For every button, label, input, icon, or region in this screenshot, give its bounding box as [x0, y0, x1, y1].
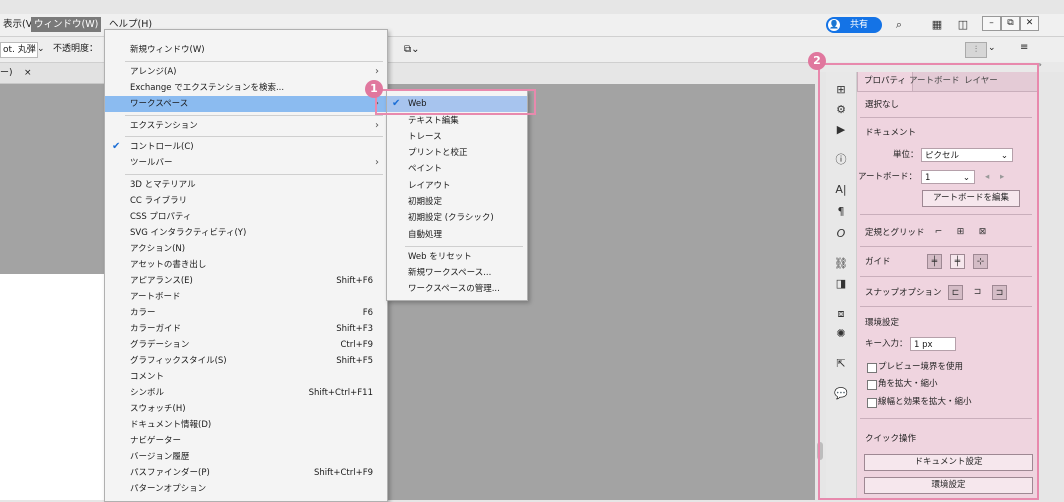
user-icon: 👤 [828, 19, 840, 31]
chevron-down-icon[interactable]: ⌄ [988, 43, 996, 53]
menu-item-toolbar[interactable]: ツールバー › [105, 155, 387, 171]
menu-item-version-history[interactable]: バージョン履歴 [105, 449, 387, 465]
menu-item-document-info[interactable]: ドキュメント情報(D) [105, 417, 387, 433]
menu-item-extensions[interactable]: エクステンション › [105, 118, 387, 134]
workspace-item-essentials[interactable]: 初期設定 [387, 194, 527, 210]
menu-item-3d-materials[interactable]: 3D とマテリアル [105, 177, 387, 193]
document-tab[interactable]: ー) × [0, 66, 36, 80]
menu-item-color-guide[interactable]: カラーガイド Shift+F3 [105, 321, 387, 337]
menu-item-navigator[interactable]: ナビゲーター [105, 433, 387, 449]
menu-item-workspace[interactable]: ワークスペース › [105, 96, 387, 112]
menu-item-appearance[interactable]: アピアランス(E) Shift+F6 [105, 273, 387, 289]
transform-icon[interactable]: ⧉⌄ [404, 43, 420, 56]
menu-item-asset-export[interactable]: アセットの書き出し [105, 257, 387, 273]
workspace-item-automation[interactable]: 自動処理 [387, 227, 527, 243]
control-bar-right: ⫶ ⌄ ≡ [815, 37, 1064, 63]
menu-item-graphic-styles[interactable]: グラフィックスタイル(S) Shift+F5 [105, 353, 387, 369]
highlight-box-web [375, 89, 536, 115]
workspace-item-reset-web[interactable]: Web をリセット [387, 249, 527, 265]
panel-right-edge [1037, 72, 1064, 500]
menu-window[interactable]: ウィンドウ(W) [31, 17, 102, 32]
menu-item-exchange[interactable]: Exchange でエクステンションを検索... [105, 80, 387, 96]
panel-layout-icon[interactable]: ◫ [956, 18, 970, 32]
panel-menu-icon[interactable]: ≡ [1020, 42, 1028, 53]
menu-item-control[interactable]: ✔ コントロール(C) [105, 139, 387, 155]
step-badge-2: 2 [808, 52, 826, 70]
menu-item-pattern-options[interactable]: パターンオプション [105, 481, 387, 497]
menu-item-gradient[interactable]: グラデーション Ctrl+F9 [105, 337, 387, 353]
window-menu: 新規ウィンドウ(W) アレンジ(A) › Exchange でエクステンションを検… [104, 29, 388, 502]
font-field[interactable]: ot. 丸弾 [0, 42, 38, 58]
restore-button[interactable]: ⧉ [1001, 16, 1020, 31]
checkmark-icon: ✔ [112, 141, 121, 152]
menu-item-svg-interactivity[interactable]: SVG インタラクティビティ(Y) [105, 225, 387, 241]
document-tab-row: ー) × [0, 63, 104, 84]
menu-item-arrange[interactable]: アレンジ(A) › [105, 64, 387, 80]
workspace-item-print-proof[interactable]: プリントと校正 [387, 145, 527, 161]
minimize-button[interactable]: – [982, 16, 1001, 31]
share-button[interactable]: 👤 共有 [826, 17, 882, 33]
workspace-item-new-workspace[interactable]: 新規ワークスペース... [387, 265, 527, 281]
workspace-item-trace[interactable]: トレース [387, 129, 527, 145]
tab-close-icon[interactable]: × [24, 66, 32, 80]
submenu-arrow-icon: › [375, 66, 379, 77]
menu-item-artboards[interactable]: アートボード [105, 289, 387, 305]
menu-item-cc-libraries[interactable]: CC ライブラリ [105, 193, 387, 209]
opacity-label: 不透明度： [53, 44, 99, 54]
artboard[interactable] [0, 274, 104, 500]
menu-item-symbols[interactable]: シンボル Shift+Ctrl+F11 [105, 385, 387, 401]
menu-item-pathfinder[interactable]: パスファインダー(P) Shift+Ctrl+F9 [105, 465, 387, 481]
menu-item-actions[interactable]: アクション(N) [105, 241, 387, 257]
highlight-box-properties-panel [818, 63, 1039, 500]
workspace-item-manage[interactable]: ワークスペースの管理... [387, 281, 527, 297]
menu-item-new-window[interactable]: 新規ウィンドウ(W) [105, 42, 387, 58]
menu-item-swatches[interactable]: スウォッチ(H) [105, 401, 387, 417]
menu-item-color[interactable]: カラー F6 [105, 305, 387, 321]
search-icon[interactable]: ⌕ [892, 18, 906, 32]
workspace-item-layout[interactable]: レイアウト [387, 178, 527, 194]
arrange-documents-icon[interactable]: ▦ [930, 18, 944, 32]
workspace-item-paint[interactable]: ペイント [387, 161, 527, 177]
workspace-item-essentials-classic[interactable]: 初期設定 (クラシック) [387, 210, 527, 226]
step-badge-1: 1 [365, 80, 383, 98]
font-dropdown-icon[interactable]: ⌄ [37, 43, 45, 56]
menu-item-css-properties[interactable]: CSS プロパティ [105, 209, 387, 225]
workspace-item-text-edit[interactable]: テキスト編集 [387, 113, 527, 129]
submenu-arrow-icon: › [375, 120, 379, 131]
workspace-submenu: ✔ Web テキスト編集 トレース プリントと校正 ペイント レイアウト 初期設定… [386, 90, 528, 301]
menu-item-comments[interactable]: コメント [105, 369, 387, 385]
submenu-arrow-icon: › [375, 157, 379, 168]
close-window-button[interactable]: ✕ [1020, 16, 1039, 31]
snap-icon[interactable]: ⫶ [965, 42, 987, 58]
